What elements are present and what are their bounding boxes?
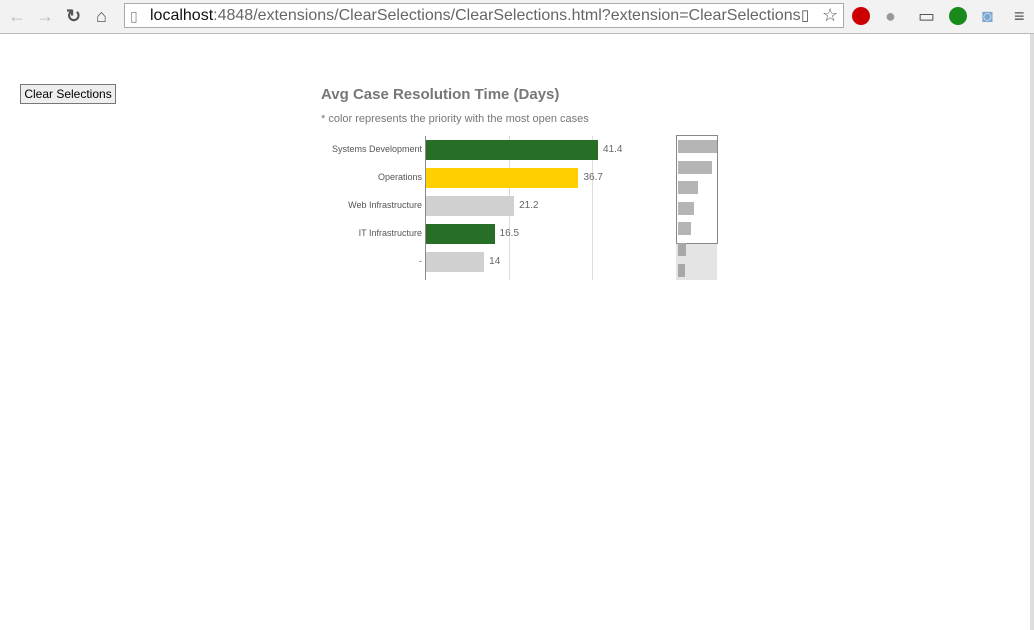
scrollbar[interactable] — [1030, 34, 1034, 630]
stats-icon[interactable] — [949, 7, 967, 25]
minimap-bar — [678, 201, 694, 215]
minimap-bar — [678, 263, 685, 277]
category-label[interactable]: - — [312, 256, 422, 266]
back-icon[interactable]: ← — [8, 6, 26, 26]
page-icon: ▯ — [130, 8, 138, 24]
chart-subtitle: * color represents the priority with the… — [321, 113, 589, 125]
camera-icon[interactable]: ◙ — [982, 6, 993, 26]
category-label[interactable]: Web Infrastructure — [312, 200, 422, 210]
data-label: 36.7 — [583, 172, 603, 183]
reload-icon[interactable]: ↻ — [66, 6, 81, 26]
cast-icon[interactable]: ▭ — [918, 6, 935, 26]
menu-icon[interactable]: ≡ — [1014, 6, 1025, 26]
bar[interactable] — [426, 168, 579, 188]
home-icon[interactable]: ⌂ — [96, 6, 107, 26]
minimap-bar — [678, 243, 687, 256]
data-label: 21.2 — [519, 200, 539, 211]
reader-icon[interactable]: ▯ — [801, 6, 809, 26]
data-label: 41.4 — [603, 144, 623, 155]
forward-icon[interactable]: → — [36, 6, 54, 26]
adblock-icon[interactable] — [852, 7, 870, 25]
bar[interactable] — [426, 224, 495, 244]
data-label: 14 — [489, 256, 501, 267]
minimap-bar — [678, 140, 717, 153]
minimap-bar — [678, 160, 713, 174]
browser-toolbar: ← → ↻ ⌂ ▯ localhost:4848/extensions/Clea… — [0, 0, 1034, 34]
star-icon[interactable]: ☆ — [822, 5, 838, 25]
chart-title: Avg Case Resolution Time (Days) — [321, 86, 560, 103]
address-bar[interactable]: ▯ localhost:4848/extensions/ClearSelecti… — [124, 3, 844, 28]
clear-selections-button[interactable]: Clear Selections — [20, 84, 116, 104]
minimap-bar — [678, 181, 698, 195]
url-path: :4848/extensions/ClearSelections/ClearSe… — [213, 7, 801, 24]
url-host: localhost — [150, 7, 214, 24]
category-label[interactable]: Operations — [312, 172, 422, 182]
category-label[interactable]: IT Infrastructure — [312, 228, 422, 238]
minimap-bar — [678, 222, 692, 236]
bar[interactable] — [426, 196, 515, 216]
bar[interactable] — [426, 252, 485, 272]
bar[interactable] — [426, 140, 599, 160]
user-icon[interactable]: ● — [885, 6, 896, 26]
data-label: 16.5 — [499, 228, 520, 239]
category-label[interactable]: Systems Development — [312, 144, 422, 154]
